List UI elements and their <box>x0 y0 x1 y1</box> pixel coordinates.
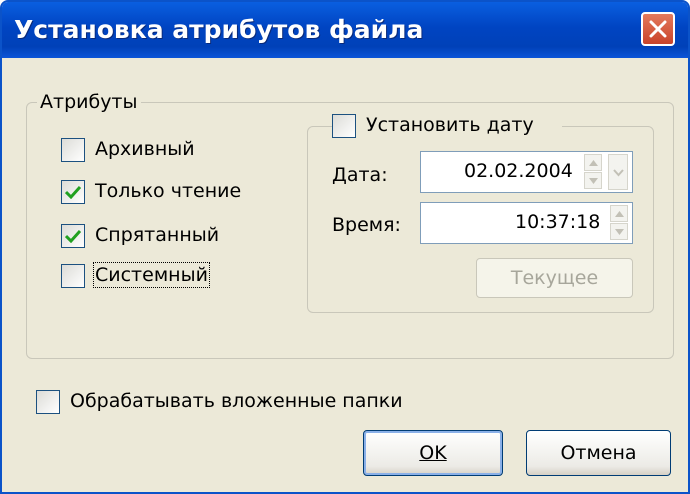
spin-up-button[interactable] <box>610 205 628 222</box>
ok-button-label-wrap: OK <box>364 442 502 464</box>
checkbox-process-subfolders-box[interactable] <box>36 390 60 414</box>
cancel-button-label: Отмена <box>560 442 637 464</box>
checkbox-archive-box[interactable] <box>61 138 85 162</box>
checkbox-set-date[interactable]: Установить дату <box>332 114 562 140</box>
close-button[interactable] <box>641 12 675 46</box>
checkbox-process-subfolders-label: Обрабатывать вложенные папки <box>70 390 403 412</box>
checkmark-icon <box>65 185 81 199</box>
time-label: Время: <box>332 214 401 236</box>
checkmark-icon <box>65 229 81 243</box>
dialog-window: Установка атрибутов файла Атрибуты Архив… <box>0 0 690 494</box>
checkbox-system-box[interactable] <box>61 264 85 288</box>
date-value[interactable]: 02.02.2004 <box>464 160 573 182</box>
checkbox-hidden-box[interactable] <box>61 224 85 248</box>
spin-up-button[interactable] <box>584 154 602 171</box>
date-picker[interactable]: 02.02.2004 <box>420 151 633 193</box>
checkbox-set-date-label: Установить дату <box>366 114 534 136</box>
ok-button-label: OK <box>419 442 447 464</box>
ok-button[interactable]: OK <box>363 430 503 476</box>
checkbox-archive-label: Архивный <box>95 138 195 160</box>
time-spinner[interactable] <box>610 205 628 241</box>
arrow-down-icon <box>589 178 598 184</box>
close-x-icon <box>649 20 667 38</box>
time-value[interactable]: 10:37:18 <box>515 211 600 233</box>
checkbox-hidden-label: Спрятанный <box>95 224 220 246</box>
time-picker[interactable]: 10:37:18 <box>420 202 633 244</box>
date-spinner[interactable] <box>584 154 602 190</box>
current-time-button[interactable]: Текущее <box>476 258 633 298</box>
title-bar[interactable]: Установка атрибутов файла <box>2 2 688 58</box>
spin-down-button[interactable] <box>610 223 628 240</box>
attributes-group-label: Атрибуты <box>37 91 141 113</box>
date-label: Дата: <box>332 164 388 186</box>
window-title: Установка атрибутов файла <box>14 15 424 44</box>
checkbox-set-date-box[interactable] <box>332 114 356 138</box>
date-dropdown-button[interactable] <box>608 154 628 190</box>
spin-down-button[interactable] <box>584 172 602 189</box>
checkbox-read-only-box[interactable] <box>61 180 85 204</box>
arrow-down-icon <box>615 229 624 235</box>
cancel-button[interactable]: Отмена <box>526 430 671 476</box>
arrow-up-icon <box>589 160 598 166</box>
checkbox-read-only-label: Только чтение <box>95 180 242 202</box>
chevron-down-icon <box>613 169 624 177</box>
checkbox-system-label: Системный <box>93 262 210 288</box>
arrow-up-icon <box>615 211 624 217</box>
current-time-button-label: Текущее <box>510 267 599 289</box>
